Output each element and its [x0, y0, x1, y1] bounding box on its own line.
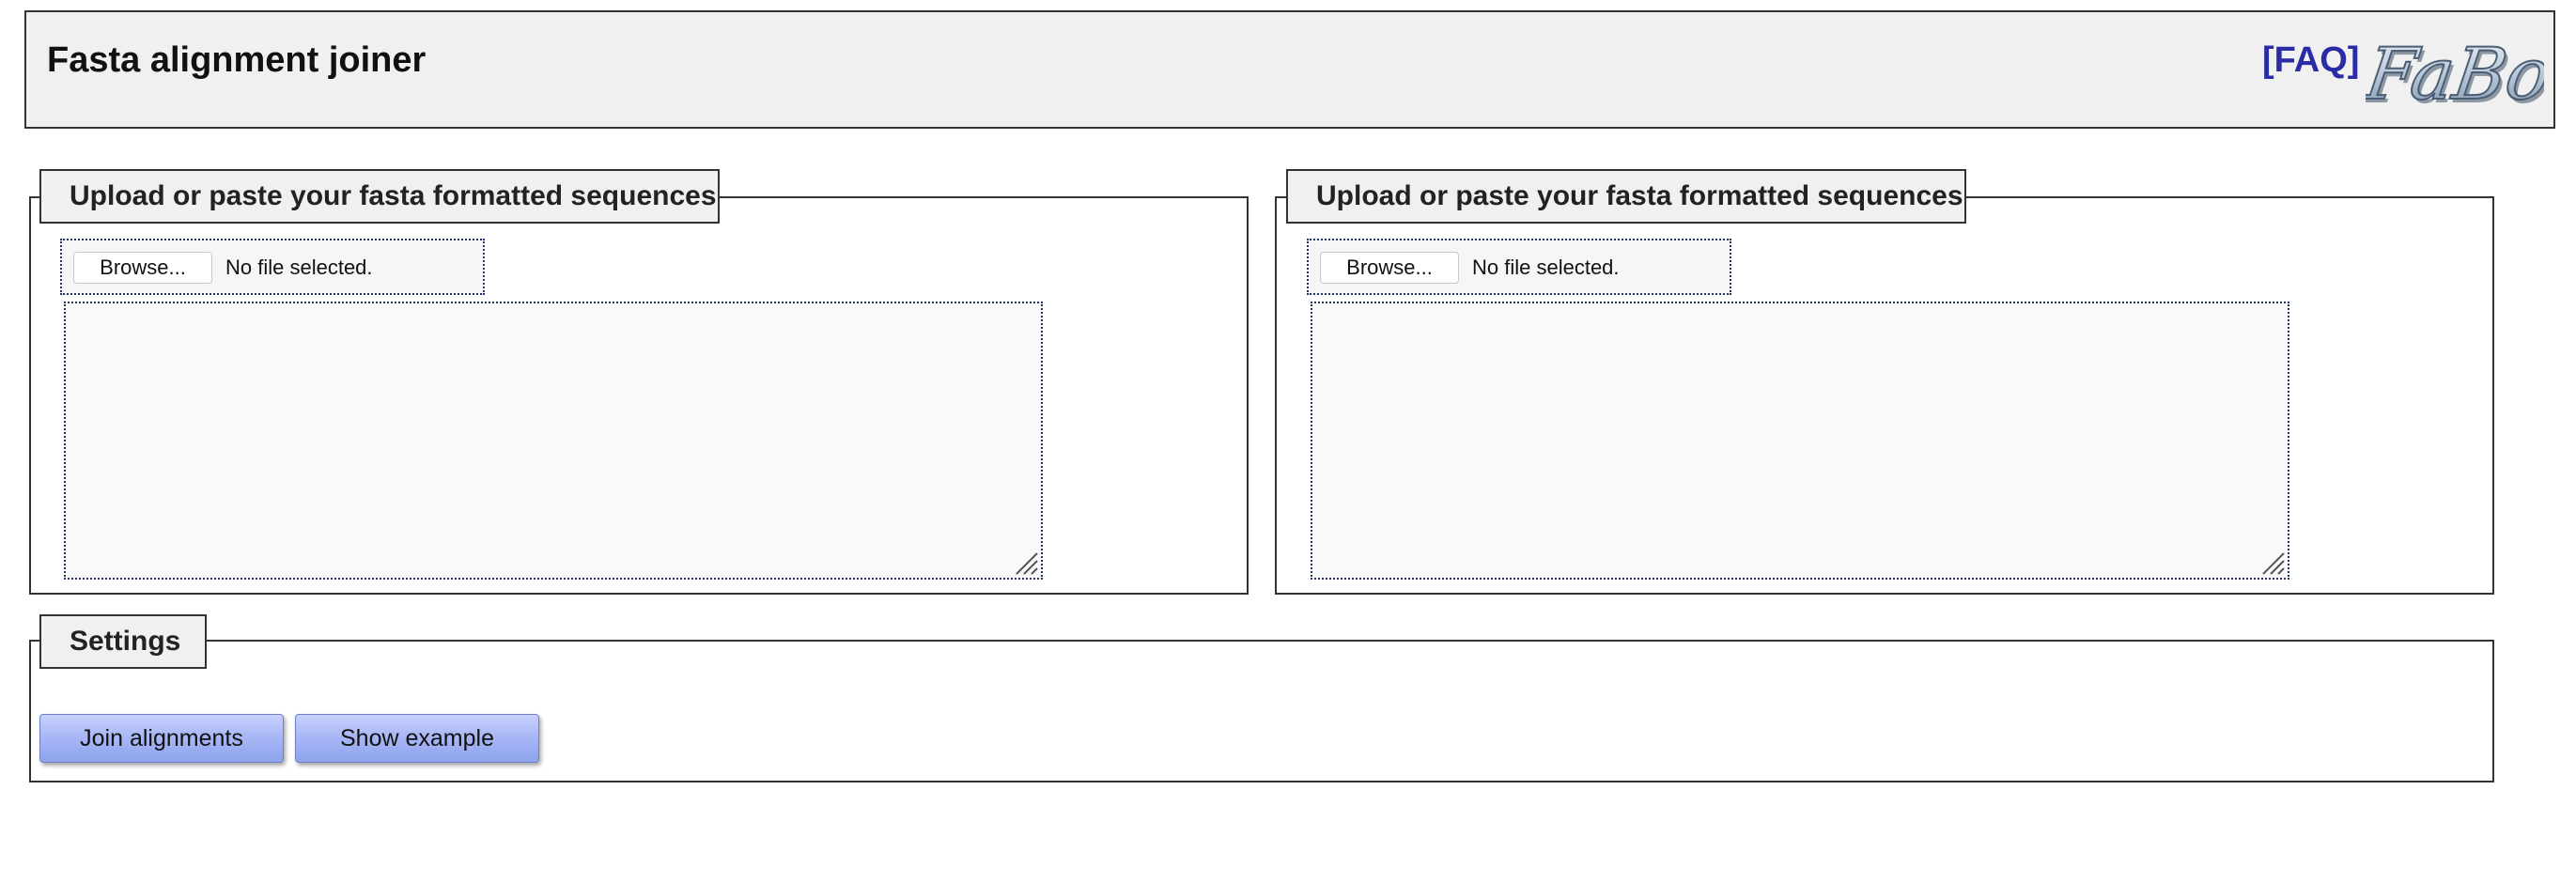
sequence-textarea-1[interactable] — [64, 302, 1043, 580]
fabox-logo: FaBox FaBox — [2366, 32, 2544, 120]
file-input-2[interactable]: Browse... No file selected. — [1307, 239, 1731, 295]
browse-button-2[interactable]: Browse... — [1320, 252, 1459, 284]
sequence-textarea-2[interactable] — [1311, 302, 2289, 580]
join-alignments-button[interactable]: Join alignments — [39, 714, 284, 763]
upload-panel-1-legend: Upload or paste your fasta formatted seq… — [39, 169, 720, 224]
settings-legend: Settings — [39, 614, 207, 669]
logo-text: FaBox — [2366, 33, 2544, 116]
faq-link[interactable]: [FAQ] — [2262, 40, 2359, 81]
upload-panel-2-legend: Upload or paste your fasta formatted seq… — [1286, 169, 1966, 224]
file-input-1[interactable]: Browse... No file selected. — [60, 239, 485, 295]
resize-grip-icon[interactable] — [2259, 550, 2286, 576]
page-header: Fasta alignment joiner [FAQ] FaBox FaBox — [24, 10, 2555, 129]
file-status-2: No file selected. — [1472, 256, 1620, 279]
show-example-button[interactable]: Show example — [295, 714, 539, 763]
file-status-1: No file selected. — [225, 256, 373, 279]
resize-grip-icon[interactable] — [1013, 550, 1039, 576]
page-title: Fasta alignment joiner — [47, 40, 427, 80]
browse-button-1[interactable]: Browse... — [73, 252, 212, 284]
